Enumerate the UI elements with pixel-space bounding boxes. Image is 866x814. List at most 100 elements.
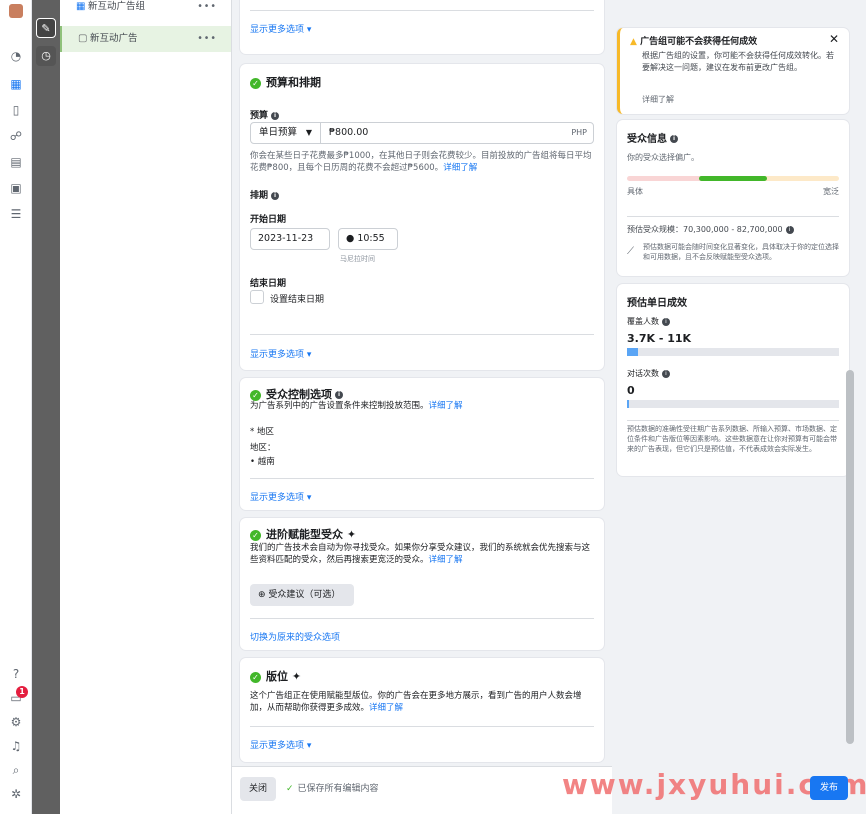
budget-help-text: 你会在某些日子花费最多₱1000，在其他日子则会花费较少。目前投放的广告组将每日… (250, 151, 592, 173)
tree-item-label: 新互动广告组 (88, 1, 146, 12)
sparkle-icon: ✦ (291, 670, 302, 683)
end-date-checkbox[interactable] (250, 290, 264, 304)
budget-amount-input[interactable]: ₱800.00 (329, 123, 368, 143)
card-title: 进阶赋能型受众 (266, 528, 343, 541)
bug-icon[interactable]: ✲ (8, 786, 24, 802)
learn-more-link[interactable]: 详细了解 (369, 703, 403, 713)
region-value: • 越南 (250, 457, 275, 467)
start-time-value: 10:55 (357, 233, 385, 244)
switch-audience-link[interactable]: 切换为原来的受众选项 (250, 630, 340, 643)
warning-title: 广告组可能不会获得任何成效 (640, 37, 758, 47)
schedule-label: 排期 (250, 191, 269, 201)
conversations-label: 对话次数 (627, 369, 659, 378)
conversations-bar-fill (627, 400, 629, 408)
info-icon[interactable]: i (670, 135, 678, 143)
card-title: 预算和排期 (266, 76, 321, 89)
conversations-value: 0 (627, 384, 635, 397)
scrollbar[interactable] (846, 370, 854, 744)
close-icon[interactable]: ✕ (829, 32, 839, 46)
menu-icon[interactable]: ☰ (8, 206, 24, 222)
learn-more-link[interactable]: 详细了解 (443, 163, 477, 173)
conversations-bar (627, 400, 839, 408)
check-icon: ✓ (250, 389, 261, 401)
reach-bar (627, 348, 839, 356)
learn-more-link[interactable]: 详细了解 (429, 401, 463, 411)
learn-more-link[interactable]: 详细了解 (642, 94, 839, 106)
end-date-label: 结束日期 (250, 279, 287, 289)
info-icon[interactable]: i (335, 391, 343, 399)
warning-text: 根据广告组的设置，你可能不会获得任何成效转化。若要解决这一问题，建议在发布前更改… (642, 51, 834, 72)
budget-label: 预算 (250, 111, 269, 121)
budget-schedule-card: ✓ 预算和排期 预算 i 单日预算 ▼ ₱800.00 PHP 你会在某些日子花费最多… (240, 64, 604, 370)
card-title: 预估单日成效 (627, 298, 687, 309)
show-more-link[interactable]: 显示更多选项 ▾ (250, 347, 311, 360)
publish-button[interactable]: 发布 (810, 776, 848, 800)
info-icon[interactable]: i (662, 317, 670, 326)
region-label: 地区： (250, 443, 276, 453)
help-icon[interactable]: ? (8, 666, 24, 682)
broad-label: 宽泛 (823, 187, 839, 196)
start-date-input[interactable]: 2023-11-23 (250, 228, 330, 250)
tree-item-label: 新互动广告 (90, 33, 138, 44)
check-icon: ✓ (250, 671, 261, 683)
ad-icon: ▢ (78, 33, 88, 44)
grid-icon: ▦ (76, 1, 86, 12)
estimate-note: 预估数据的准确性受往期广告系列数据、所输入预算、市场数据、定位条件和广告版位等因… (627, 425, 837, 453)
plus-circle-icon: ⊕ (258, 590, 266, 600)
more-icon[interactable]: ••• (197, 0, 217, 20)
currency-label: PHP (571, 128, 587, 137)
budget-type-select[interactable]: 单日预算 ▼ (251, 123, 321, 143)
info-icon[interactable]: i (271, 191, 280, 200)
report-icon[interactable]: ▣ (8, 180, 24, 196)
show-more-link[interactable]: 显示更多选项 ▾ (250, 22, 311, 35)
audience-breadth-indicator (699, 176, 767, 181)
audience-note: 预估数据可能会随时间变化显著变化，具体取决于你的定位选择和可用数据，且不会反映赋… (643, 243, 839, 261)
check-icon: ✓ (250, 77, 261, 89)
close-button[interactable]: 关闭 (240, 777, 276, 801)
tree-item-adset[interactable]: ▦ 新互动广告组 ••• (60, 0, 231, 20)
history-button[interactable]: ◷ (36, 46, 56, 66)
info-icon[interactable]: i (662, 369, 670, 378)
reach-bar-fill (627, 348, 638, 356)
settings-icon[interactable]: ⚙ (8, 714, 24, 730)
start-date-label: 开始日期 (250, 215, 287, 225)
more-icon[interactable]: ••• (197, 26, 217, 52)
advantage-audience-desc: 我们的广告技术会自动为你寻找受众。如果你分享受众建议，我们的系统就会优先搜索与这… (250, 543, 591, 565)
reach-label: 覆盖人数 (627, 317, 659, 326)
campaign-tree: ▦ 新互动广告组 ••• ▢ 新互动广告 ••• (60, 0, 232, 814)
region-heading: * 地区 (250, 427, 274, 437)
button-label: 受众建议（可选） (268, 590, 341, 600)
grid-icon[interactable]: ▦ (8, 76, 24, 92)
start-time-input[interactable]: ● 10:55 (338, 228, 398, 250)
audience-suggestion-button[interactable]: ⊕ 受众建议（可选） (250, 584, 354, 606)
avatar[interactable] (9, 4, 23, 18)
reach-value: 3.7K - 11K (627, 332, 692, 345)
dashboard-icon[interactable]: ◔ (8, 48, 24, 64)
audience-size: 预估受众规模：70,300,000 - 82,700,000 i (627, 224, 839, 236)
saved-text: 已保存所有编辑内容 (297, 784, 379, 794)
info-icon[interactable]: i (785, 225, 794, 234)
info-icon[interactable]: i (271, 111, 280, 120)
tree-item-ad[interactable]: ▢ 新互动广告 ••• (60, 26, 231, 52)
check-icon: ✓ (286, 784, 294, 794)
warning-card: ▲ 广告组可能不会获得任何成效 ✕ 根据广告组的设置，你可能不会获得任何成效转化… (617, 28, 849, 114)
check-icon: ✓ (250, 529, 261, 541)
audience-info-card: 受众信息 i 你的受众选择偏广。 具体 宽泛 预估受众规模：70,300,000 … (617, 120, 849, 276)
editor-mode-strip: ✎ ◷ (32, 0, 60, 814)
edit-mode-button[interactable]: ✎ (36, 18, 56, 38)
bell-icon[interactable]: ♫ (8, 738, 24, 754)
trend-icon: ⟋ (627, 246, 634, 257)
show-more-link[interactable]: 显示更多选项 ▾ (250, 490, 311, 503)
page-icon[interactable]: ▯ (8, 102, 24, 118)
right-sidebar: ▲ 广告组可能不会获得任何成效 ✕ 根据广告组的设置，你可能不会获得任何成效转化… (612, 0, 866, 814)
previous-card: 显示更多选项 ▾ (240, 0, 604, 54)
show-more-link[interactable]: 显示更多选项 ▾ (250, 738, 311, 751)
advantage-audience-card: ✓ 进阶赋能型受众 ✦ 我们的广告技术会自动为你寻找受众。如果你分享受众建议，我们… (240, 518, 604, 650)
search-icon[interactable]: ⌕ (8, 762, 24, 778)
end-date-checkbox-label: 设置结束日期 (270, 295, 325, 305)
document-icon[interactable]: ▤ (8, 154, 24, 170)
people-icon[interactable]: ☍ (8, 128, 24, 144)
learn-more-link[interactable]: 详细了解 (429, 555, 463, 565)
budget-input-group: 单日预算 ▼ ₱800.00 PHP (250, 122, 594, 144)
daily-results-card: 预估单日成效 覆盖人数 i 3.7K - 11K 对话次数 i 0 预估数据的准确性… (617, 284, 849, 476)
